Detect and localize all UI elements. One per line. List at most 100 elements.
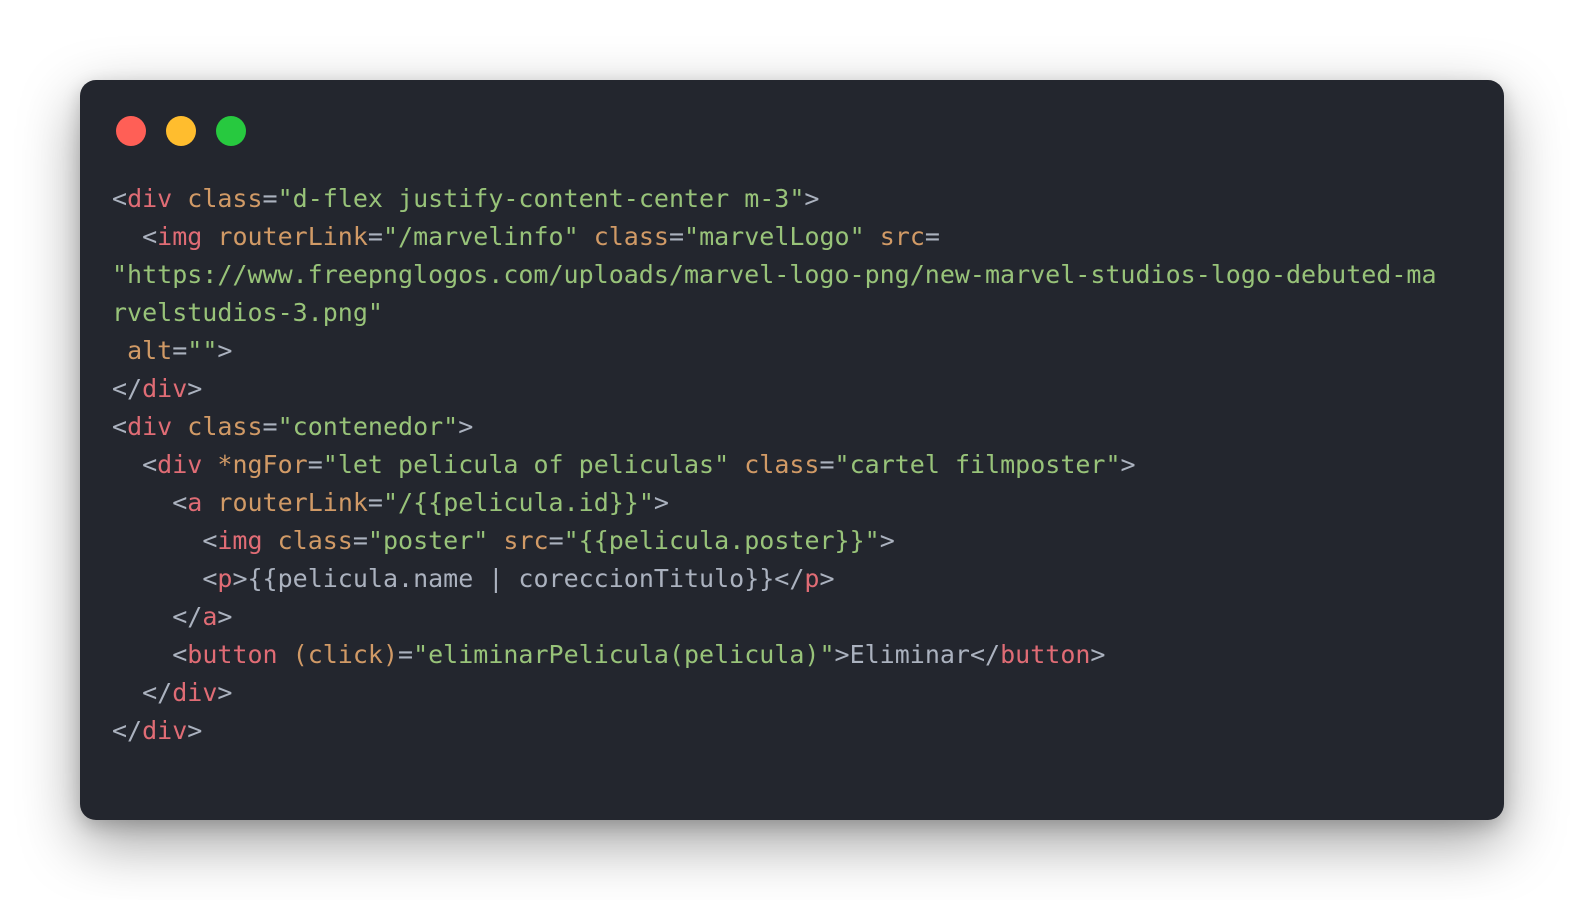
code-token-punctuation: >	[653, 488, 669, 517]
code-token-punctuation: >	[1090, 640, 1106, 669]
code-token-text: {{pelicula.name | coreccionTitulo}}	[247, 564, 775, 593]
code-block: <div class="d-flex justify-content-cente…	[112, 180, 1492, 750]
code-line: rvelstudios-3.png"	[112, 294, 1492, 332]
code-token-punctuation: >	[217, 602, 233, 631]
code-token-string-value: "d-flex justify-content-center m-3"	[277, 184, 805, 213]
code-token-attribute-name: class	[744, 450, 820, 479]
code-token-punctuation: >	[458, 412, 474, 441]
code-token-punctuation: <	[202, 564, 218, 593]
code-token-punctuation: <	[112, 412, 128, 441]
code-token-attribute-name: class	[593, 222, 669, 251]
code-token-tag-name: div	[142, 716, 188, 745]
code-token-string-value: "contenedor"	[277, 412, 459, 441]
code-line: <img routerLink="/marvelinfo" class="mar…	[112, 218, 1492, 256]
code-token-punctuation: >	[804, 184, 820, 213]
code-token-attribute-name: alt	[127, 336, 173, 365]
code-token-tag-name: img	[217, 526, 263, 555]
code-token-tag-name: a	[202, 602, 218, 631]
code-token-punctuation: >	[217, 678, 233, 707]
code-token-punctuation: >	[834, 640, 850, 669]
code-line: </div>	[112, 370, 1492, 408]
code-token-punctuation: >	[217, 336, 233, 365]
code-token-punctuation: =	[398, 640, 414, 669]
code-line: <div class="contenedor">	[112, 408, 1492, 446]
code-token-string-value: "marvelLogo"	[684, 222, 865, 251]
code-token-punctuation: </	[172, 602, 203, 631]
code-token-punctuation: >	[232, 564, 248, 593]
code-token-punctuation: <	[142, 222, 158, 251]
code-token-tag-name: div	[142, 374, 188, 403]
code-token-punctuation: =	[367, 488, 383, 517]
canvas: <div class="d-flex justify-content-cente…	[0, 0, 1584, 900]
code-token-tag-name: a	[187, 488, 203, 517]
code-token-attribute-name: src	[503, 526, 549, 555]
code-token-string-value: "{{pelicula.poster}}"	[563, 526, 880, 555]
code-token-string-value: "cartel filmposter"	[834, 450, 1121, 479]
maximize-dot-icon[interactable]	[216, 116, 246, 146]
code-line: <div *ngFor="let pelicula of peliculas" …	[112, 446, 1492, 484]
code-token-tag-name: button	[1000, 640, 1091, 669]
code-token-tag-name: div	[127, 184, 173, 213]
code-token-tag-name: div	[172, 678, 218, 707]
code-token-punctuation: =	[367, 222, 383, 251]
code-token-punctuation: =	[172, 336, 188, 365]
code-token-attribute-name: routerLink	[217, 488, 368, 517]
code-token-punctuation: </	[112, 716, 143, 745]
code-token-punctuation: =	[262, 184, 278, 213]
code-token-string-value: "eliminarPelicula(pelicula)"	[413, 640, 835, 669]
code-line: <p>{{pelicula.name | coreccionTitulo}}</…	[112, 560, 1492, 598]
code-line: "https://www.freepnglogos.com/uploads/ma…	[112, 256, 1492, 294]
code-line: <a routerLink="/{{pelicula.id}}">	[112, 484, 1492, 522]
code-token-attribute-name: class	[187, 412, 263, 441]
code-token-punctuation: =	[262, 412, 278, 441]
code-token-punctuation: =	[668, 222, 685, 251]
code-token-attribute-name: routerLink	[217, 222, 368, 251]
code-token-punctuation: <	[112, 184, 128, 213]
code-line: </a>	[112, 598, 1492, 636]
code-token-punctuation: <	[172, 640, 188, 669]
code-token-tag-name: p	[804, 564, 820, 593]
code-token-punctuation: >	[879, 526, 895, 555]
minimize-dot-icon[interactable]	[166, 116, 196, 146]
code-token-punctuation: =	[924, 222, 940, 251]
code-token-punctuation: =	[819, 450, 835, 479]
code-token-punctuation: <	[142, 450, 158, 479]
code-token-attribute-name: class	[187, 184, 263, 213]
code-token-string-value: "let pelicula of peliculas"	[322, 450, 730, 479]
code-line: <div class="d-flex justify-content-cente…	[112, 180, 1492, 218]
code-token-attribute-name: src	[879, 222, 925, 251]
code-token-punctuation: >	[1120, 450, 1136, 479]
code-token-string-value: "/marvelinfo"	[382, 222, 579, 251]
close-dot-icon[interactable]	[116, 116, 146, 146]
code-line: </div>	[112, 712, 1492, 750]
code-token-punctuation: >	[187, 716, 203, 745]
code-token-punctuation: </	[774, 564, 805, 593]
window-controls	[116, 116, 246, 146]
code-token-attribute-name: class	[277, 526, 353, 555]
code-token-attribute-name: (click)	[292, 640, 399, 669]
code-token-punctuation: <	[202, 526, 218, 555]
code-token-punctuation: =	[352, 526, 368, 555]
code-line: < button (click)="eliminarPelicula(pelicu…	[112, 636, 1492, 674]
code-token-string-value: ""	[187, 336, 218, 365]
code-line: alt="">	[112, 332, 1492, 370]
code-token-punctuation: =	[307, 450, 323, 479]
code-token-punctuation: >	[187, 374, 203, 403]
code-token-tag-name: p	[217, 564, 233, 593]
code-token-punctuation: </	[142, 678, 173, 707]
code-window: <div class="d-flex justify-content-cente…	[80, 80, 1504, 820]
